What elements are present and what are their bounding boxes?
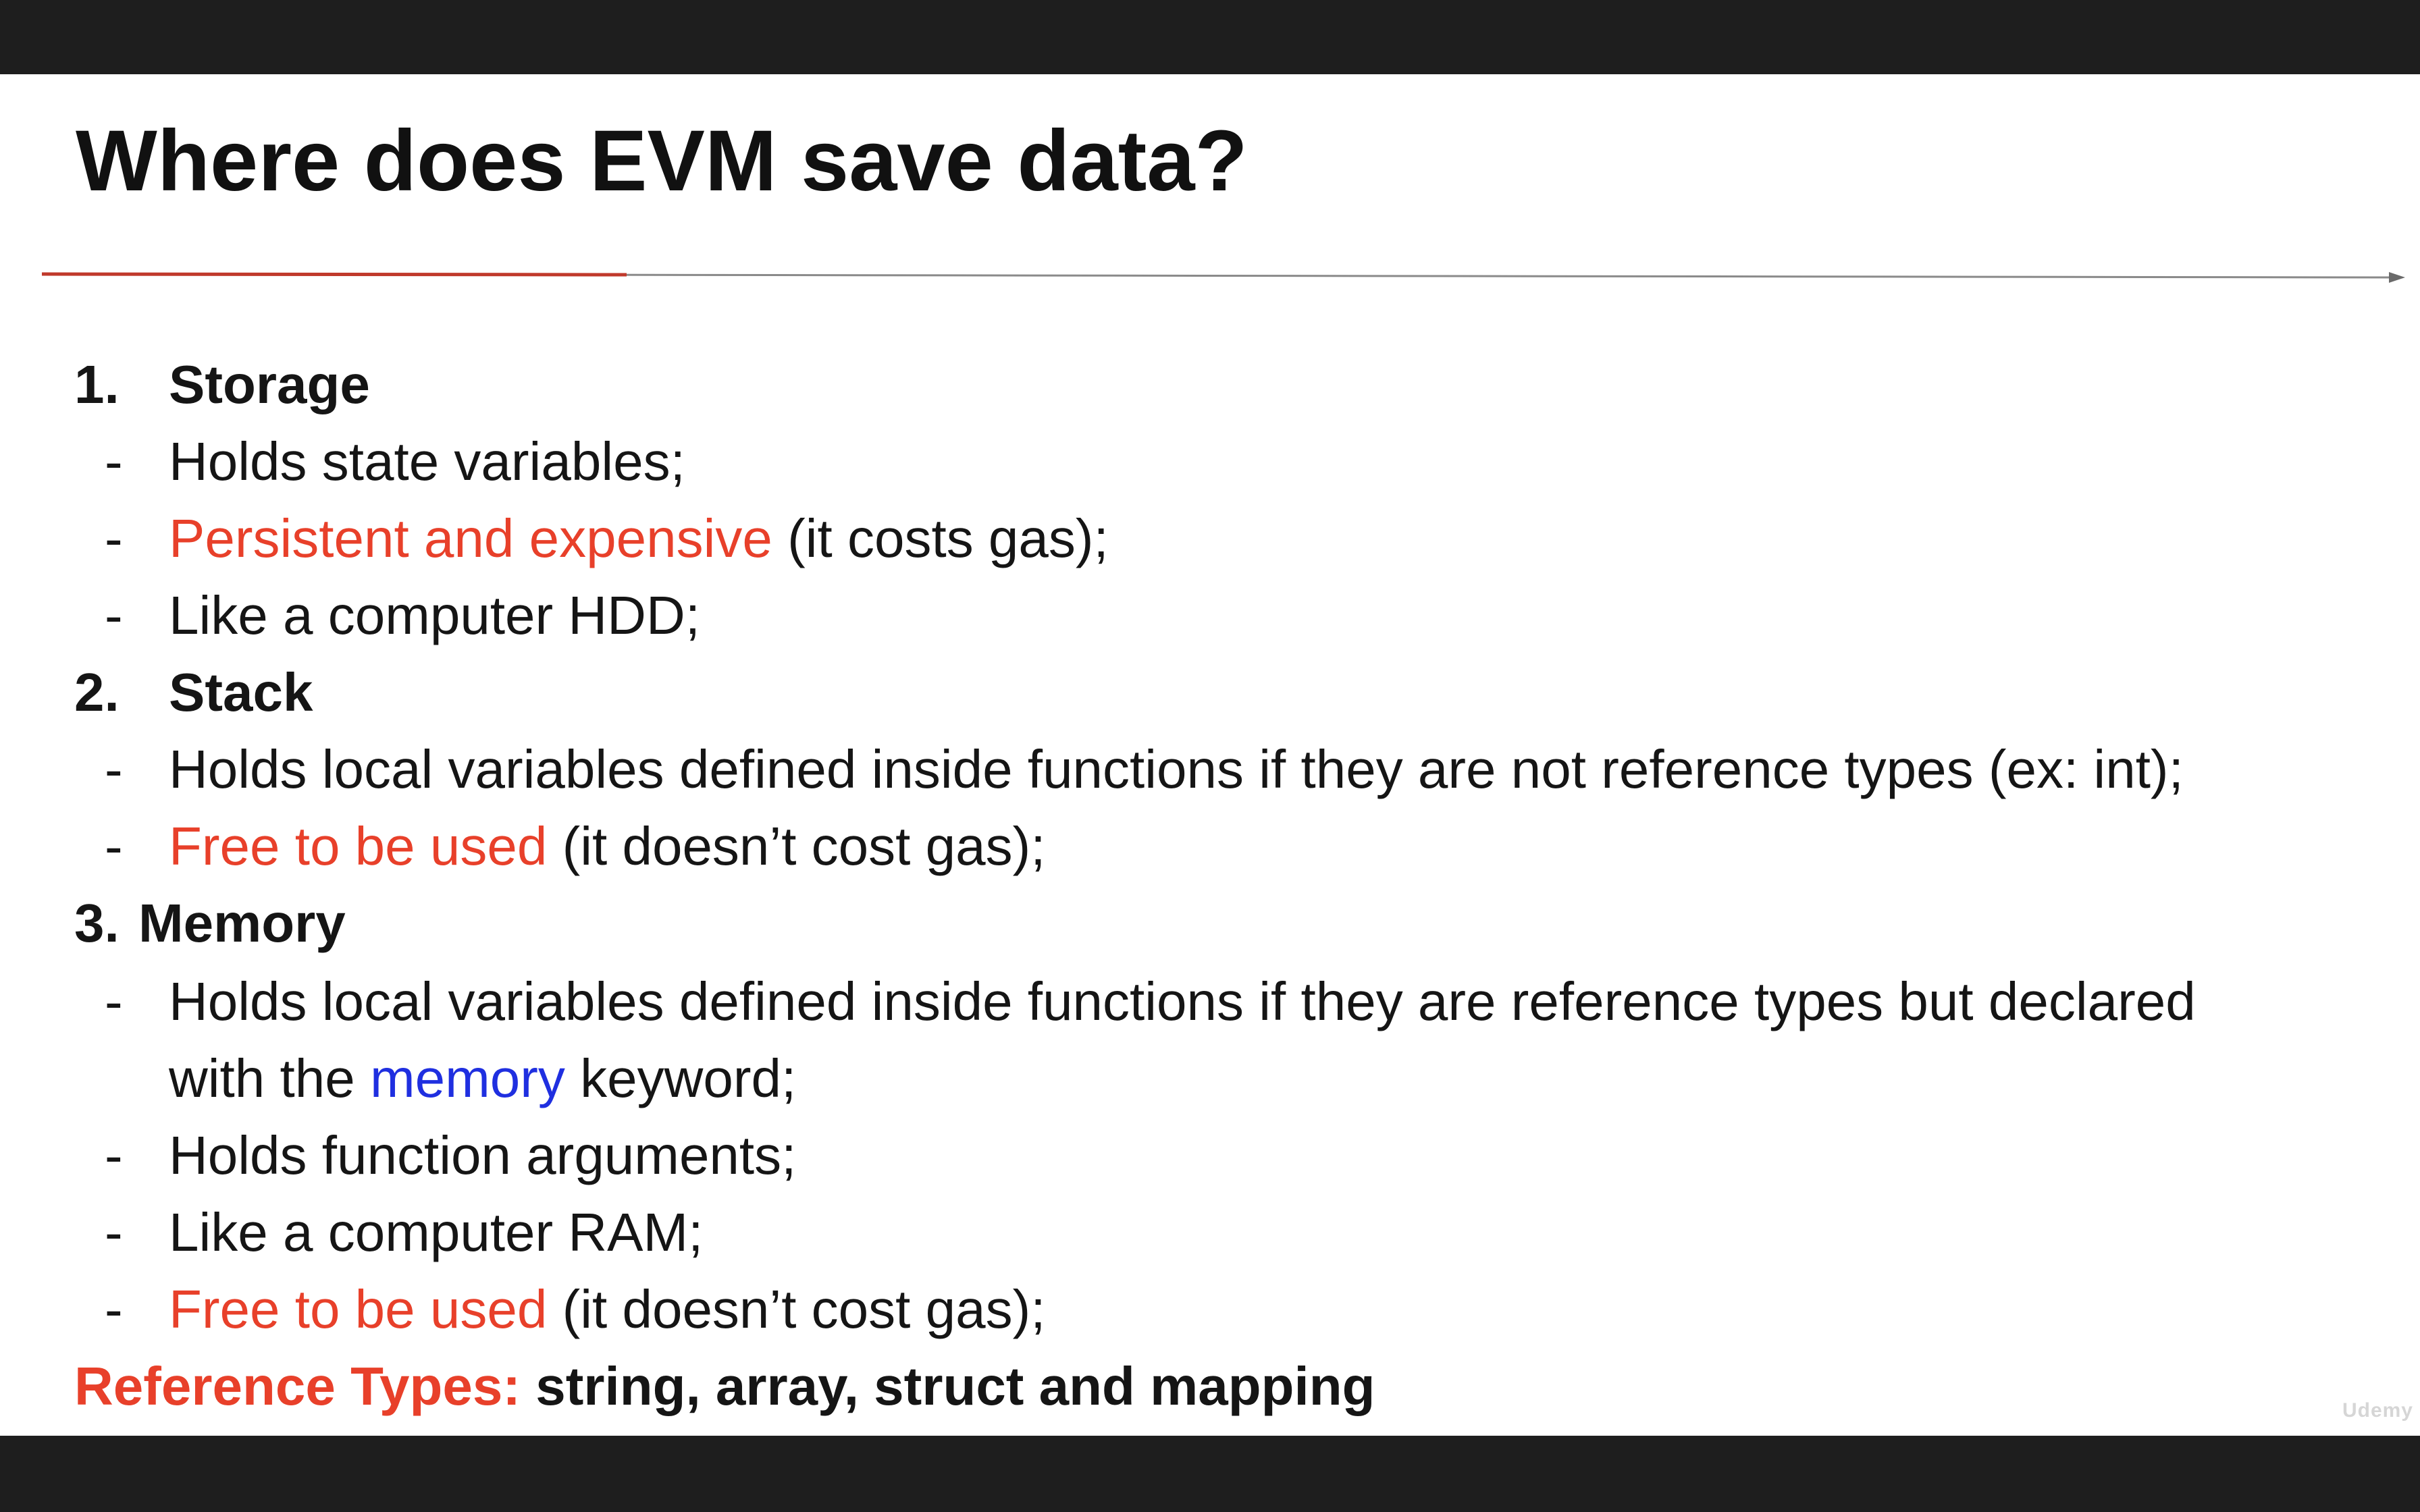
bullet-dash: -	[105, 971, 123, 1031]
section-number: 3.	[74, 893, 120, 953]
bullet-text: Free to be used (it doesn’t cost gas);	[169, 1279, 1046, 1339]
memory-keyword: memory	[369, 1048, 565, 1108]
bullet-text: Persistent and expensive (it costs gas);	[169, 508, 1109, 568]
bullet-text: Holds function arguments;	[169, 1125, 797, 1185]
section-heading: Memory	[138, 893, 346, 953]
bullet-dash: -	[105, 1279, 123, 1339]
section-storage-heading: 1. Storage	[0, 346, 2420, 423]
video-frame: Where does EVM save data? 1. Storage - H…	[0, 0, 2420, 1512]
udemy-watermark: Udemy	[2342, 1399, 2413, 1422]
list-item: - Like a computer HDD;	[0, 576, 2420, 654]
slide: Where does EVM save data? 1. Storage - H…	[0, 74, 2420, 1436]
section-number: 1.	[74, 354, 120, 414]
highlight-text: Persistent and expensive	[169, 508, 772, 568]
bullet-text: Free to be used (it doesn’t cost gas);	[169, 816, 1046, 876]
list-item: - Holds function arguments;	[0, 1116, 2420, 1194]
bullet-text: Holds state variables;	[169, 431, 685, 491]
list-item: - Holds local variables defined inside f…	[0, 730, 2420, 808]
bullet-text: with the memory keyword;	[169, 1048, 797, 1108]
section-stack-heading: 2. Stack	[0, 653, 2420, 731]
section-heading: Stack	[169, 662, 313, 722]
bullet-dash: -	[105, 1202, 123, 1262]
bullet-dash: -	[105, 1125, 123, 1185]
list-item: - Holds local variables defined inside f…	[0, 963, 2420, 1040]
bullet-text: Holds local variables defined inside fun…	[169, 971, 2196, 1031]
list-item: - Free to be used (it doesn’t cost gas);	[0, 1270, 2420, 1348]
list-item: - Like a computer RAM;	[0, 1193, 2420, 1271]
slide-content: 1. Storage - Holds state variables; - Pe…	[0, 74, 2420, 1436]
bullet-dash: -	[105, 816, 123, 876]
bullet-text: Like a computer RAM;	[169, 1202, 704, 1262]
list-item-continuation: with the memory keyword;	[0, 1040, 2420, 1117]
highlight-text: Free to be used	[169, 816, 548, 876]
list-item: - Holds state variables;	[0, 423, 2420, 500]
reference-types-label: Reference Types:	[74, 1356, 521, 1416]
list-item: - Free to be used (it doesn’t cost gas);	[0, 807, 2420, 885]
bullet-dash: -	[105, 508, 123, 568]
reference-types-line: Reference Types: string, array, struct a…	[0, 1347, 2420, 1425]
bullet-dash: -	[105, 585, 123, 645]
section-number: 2.	[74, 662, 120, 722]
bullet-dash: -	[105, 739, 123, 799]
section-heading: Storage	[169, 354, 370, 414]
highlight-text: Free to be used	[169, 1279, 548, 1339]
reference-types: Reference Types: string, array, struct a…	[74, 1347, 1375, 1425]
list-item: - Persistent and expensive (it costs gas…	[0, 500, 2420, 577]
reference-types-value: string, array, struct and mapping	[521, 1356, 1375, 1416]
section-memory-heading: 3. Memory	[0, 884, 2420, 962]
bullet-dash: -	[105, 431, 123, 491]
bullet-text: Holds local variables defined inside fun…	[169, 739, 2184, 799]
bullet-text: Like a computer HDD;	[169, 585, 700, 645]
